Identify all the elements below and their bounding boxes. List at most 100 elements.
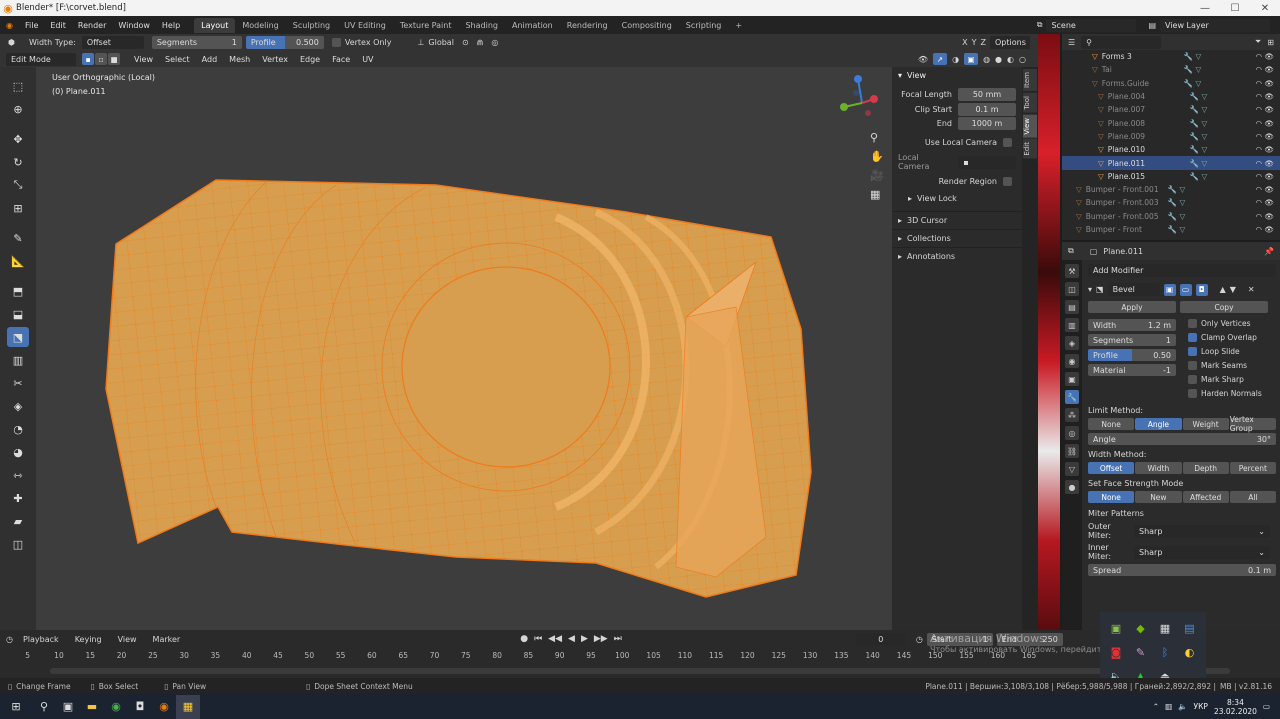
camera-app-icon[interactable]: ◘ [128, 695, 152, 719]
viewport-menu-face[interactable]: Face [326, 55, 356, 64]
menu-render[interactable]: Render [72, 21, 112, 30]
tray-pen-icon[interactable]: ✎ [1131, 642, 1151, 662]
outliner-item[interactable]: ▽ Forms.Guide 🔧 ▽ ◠ 👁 [1062, 77, 1280, 90]
harden-normals-checkbox[interactable] [1188, 389, 1197, 398]
visibility-eye-icon[interactable]: ◠ 👁 [1256, 185, 1280, 194]
limit-method-angle-button[interactable]: Angle [1135, 418, 1182, 430]
workspace-tab-modeling[interactable]: Modeling [235, 18, 285, 33]
modifier-icon[interactable]: 🔧 ▽ [1184, 79, 1202, 88]
visibility-eye-icon[interactable]: ◠ 👁 [1256, 79, 1280, 88]
inner-miter-dropdown[interactable]: Sharp ⌄ [1134, 545, 1270, 559]
clamp-overlap-checkbox[interactable] [1188, 333, 1197, 342]
only-vertices-checkbox[interactable] [1188, 319, 1197, 328]
visibility-eye-icon[interactable]: ◠ 👁 [1256, 225, 1280, 234]
remove-modifier-icon[interactable]: ✕ [1248, 285, 1255, 294]
knife-icon[interactable]: ✂ [7, 373, 29, 393]
constraints-tab-icon[interactable]: ⛓ [1065, 444, 1079, 458]
menu-window[interactable]: Window [112, 21, 156, 30]
outliner-item[interactable]: ▽ Plane.007 🔧 ▽ ◠ 👁 [1062, 103, 1280, 116]
tool-tab-icon[interactable]: ⚒ [1065, 264, 1079, 278]
viewport-menu-vertex[interactable]: Vertex [256, 55, 294, 64]
shrink-fatten-icon[interactable]: ✚ [7, 488, 29, 508]
shear-icon[interactable]: ▰ [7, 511, 29, 531]
workspace-tab-texture-paint[interactable]: Texture Paint [393, 18, 459, 33]
tray-update-icon[interactable]: ◐ [1180, 642, 1200, 662]
tray-gpu-icon[interactable]: ▣ [1106, 618, 1126, 638]
width-method-width-button[interactable]: Width [1135, 462, 1182, 474]
move-down-icon[interactable]: ▼ [1230, 285, 1236, 294]
navigation-gizmo[interactable] [832, 73, 892, 133]
view-lock-subpanel[interactable]: ▸ View Lock [898, 194, 1016, 203]
active-app-icon[interactable]: ▦ [176, 694, 200, 719]
new-collection-icon[interactable]: ⊞ [1267, 38, 1274, 47]
modifier-tab-icon[interactable]: 🔧 [1065, 390, 1079, 404]
transform-icon[interactable]: ⊞ [7, 198, 29, 218]
modifier-icon[interactable]: 🔧 ▽ [1190, 145, 1208, 154]
start-frame-field[interactable]: Start 1 [926, 632, 993, 646]
data-tab-icon[interactable]: ▽ [1065, 462, 1079, 476]
cursor-icon[interactable]: ⊕ [7, 99, 29, 119]
edge-select-icon[interactable]: ▫ [95, 53, 107, 65]
grid-ortho-icon[interactable]: ▦ [870, 188, 884, 201]
snap-icon[interactable]: ⋒ [473, 38, 488, 47]
visibility-eye-icon[interactable]: ◠ 👁 [1256, 105, 1280, 114]
tab-view[interactable]: View [1023, 114, 1037, 138]
face-strength-all-button[interactable]: All [1229, 491, 1276, 503]
measure-icon[interactable]: 📐 [7, 251, 29, 271]
poly-build-icon[interactable]: ◈ [7, 396, 29, 416]
face-select-icon[interactable]: ■ [108, 53, 120, 65]
viewport-toggle-icon[interactable]: ▭ [1179, 283, 1192, 296]
modifier-icon[interactable]: 🔧 ▽ [1190, 172, 1208, 181]
limit-method-none-button[interactable]: None [1088, 418, 1135, 430]
rotate-icon[interactable]: ↻ [7, 152, 29, 172]
outliner-item[interactable]: ▽ Plane.015 🔧 ▽ ◠ 👁 [1062, 170, 1280, 183]
limit-method-vertex-group-button[interactable]: Vertex Group [1229, 415, 1276, 433]
jump-end-icon[interactable]: ⏭ [614, 634, 622, 644]
move-up-icon[interactable]: ▲ [1220, 285, 1226, 294]
clock[interactable]: 8:34 23.02.2020 [1214, 698, 1257, 716]
properties-editor-icon[interactable]: ⧉ [1068, 246, 1074, 256]
physics-tab-icon[interactable]: ◎ [1065, 426, 1079, 440]
rip-region-icon[interactable]: ◫ [7, 534, 29, 554]
edge-slide-icon[interactable]: ⇿ [7, 465, 29, 485]
visibility-eye-icon[interactable]: ◠ 👁 [1256, 159, 1280, 168]
modifier-icon[interactable]: 🔧 ▽ [1190, 105, 1208, 114]
tray-security-icon[interactable]: ◙ [1106, 642, 1126, 662]
rendered-shading-icon[interactable]: ○ [1019, 55, 1026, 64]
next-keyframe-icon[interactable]: ▶▶ [594, 634, 608, 644]
width-method-percent-button[interactable]: Percent [1229, 462, 1276, 474]
limit-method-weight-button[interactable]: Weight [1182, 418, 1229, 430]
outliner-item[interactable]: ▽ Plane.010 🔧 ▽ ◠ 👁 [1062, 143, 1280, 156]
add-modifier-dropdown[interactable]: Add Modifier [1088, 264, 1276, 277]
menu-file[interactable]: File [19, 21, 44, 30]
taskbar-search-icon[interactable]: ⚲ [32, 695, 56, 719]
add-workspace-button[interactable]: + [728, 18, 749, 33]
modifier-icon[interactable]: 🔧 ▽ [1184, 52, 1202, 61]
workspace-tab-rendering[interactable]: Rendering [560, 18, 615, 33]
solid-shading-icon[interactable]: ● [995, 55, 1002, 64]
width-method-offset-button[interactable]: Offset [1088, 462, 1135, 474]
wireframe-shading-icon[interactable]: ◍ [983, 55, 990, 64]
viewport-menu-view[interactable]: View [128, 55, 159, 64]
bevel-segments-field[interactable]: Segments 1 [1088, 334, 1176, 346]
profile-slider[interactable]: Profile 0.500 [245, 36, 324, 49]
render-tab-icon[interactable]: ◫ [1065, 282, 1079, 296]
file-explorer-icon[interactable]: ▬ [80, 695, 104, 719]
particles-tab-icon[interactable]: ⁂ [1065, 408, 1079, 422]
notifications-icon[interactable]: ▭ [1263, 702, 1270, 711]
blender-menu-icon[interactable]: ◉ [0, 21, 19, 30]
face-strength-none-button[interactable]: None [1088, 491, 1135, 503]
visibility-eye-icon[interactable]: ◠ 👁 [1256, 119, 1280, 128]
visibility-eye-icon[interactable]: ◠ 👁 [1256, 198, 1280, 207]
outliner-item[interactable]: ▽ Plane.011 🔧 ▽ ◠ 👁 [1062, 156, 1280, 170]
vertex-select-icon[interactable]: ▪ [82, 53, 94, 65]
loop-cut-icon[interactable]: ▥ [7, 350, 29, 370]
clip-start-field[interactable]: 0.1 m [958, 103, 1016, 116]
mirror-y-toggle[interactable]: Y [972, 38, 977, 47]
close-button[interactable]: ✕ [1250, 3, 1280, 14]
options-dropdown[interactable]: Options [990, 36, 1030, 49]
task-view-icon[interactable]: ▣ [56, 695, 80, 719]
editmode-toggle-icon[interactable]: ▣ [1163, 283, 1176, 296]
face-strength-new-button[interactable]: New [1135, 491, 1182, 503]
orientation-dropdown[interactable]: Global [424, 38, 458, 47]
